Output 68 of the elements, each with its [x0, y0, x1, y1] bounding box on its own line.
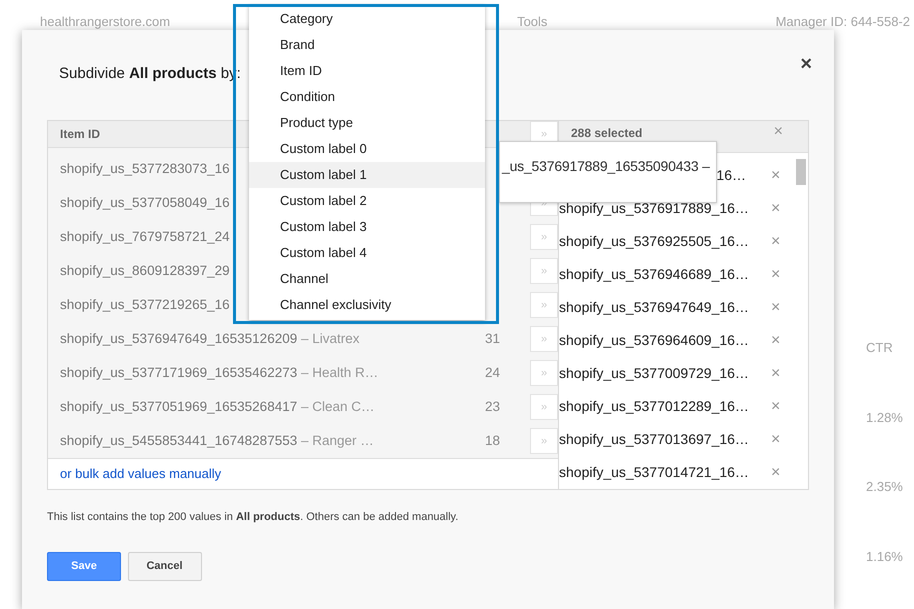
- item-count: 24: [484, 364, 500, 380]
- add-button[interactable]: »: [530, 360, 558, 386]
- add-button[interactable]: »: [530, 394, 558, 420]
- table-cell-text: 1.28%: [866, 408, 903, 426]
- selected-value: shopify_us_5376925505_16…: [559, 233, 749, 249]
- menu-item[interactable]: Custom label 0: [249, 136, 485, 162]
- selected-value: shopify_us_5377013697_16…: [559, 431, 749, 447]
- close-button[interactable]: ×: [800, 54, 812, 74]
- item-value: shopify_us_5377219265_16: [59, 296, 230, 314]
- remove-button[interactable]: ×: [771, 234, 780, 250]
- selected-value: shopify_us_5376917889_16…: [559, 200, 749, 216]
- menu-item[interactable]: Custom label 2: [249, 188, 485, 214]
- item-count: 31: [484, 330, 500, 346]
- table-cell-text: 2.35%: [866, 478, 903, 496]
- selected-value: shopify_us_5376964609_16…: [559, 332, 749, 348]
- remove-button[interactable]: ×: [771, 200, 780, 216]
- remove-button[interactable]: ×: [771, 366, 780, 382]
- menu-item[interactable]: Channel: [249, 266, 485, 292]
- remove-button[interactable]: ×: [771, 464, 780, 480]
- save-button[interactable]: Save: [47, 552, 121, 580]
- item-count: 18: [484, 432, 500, 448]
- selected-value: 16…: [716, 167, 746, 183]
- selected-value: shopify_us_5376947649_16…: [559, 299, 749, 315]
- remove-button[interactable]: ×: [771, 398, 780, 414]
- item-value: shopify_us_5377283073_16: [59, 160, 230, 178]
- remove-button[interactable]: ×: [771, 266, 780, 282]
- column-header: Item ID: [59, 126, 100, 143]
- remove-button[interactable]: ×: [771, 168, 780, 184]
- tooltip: _us_5376917889_16535090433 –: [499, 141, 717, 203]
- item-value: shopify_us_8609128397_29: [59, 262, 230, 280]
- column-header: CTR: [866, 339, 894, 357]
- bulk-add-link[interactable]: or bulk add values manually: [48, 459, 558, 489]
- menu-item[interactable]: Condition: [249, 84, 485, 110]
- scrollbar-thumb[interactable]: [796, 159, 806, 185]
- menu-item[interactable]: Brand: [249, 32, 485, 58]
- selected-value: shopify_us_5376946689_16…: [559, 266, 749, 282]
- selected-count: 288 selected: [571, 125, 642, 142]
- remove-button[interactable]: ×: [771, 332, 780, 348]
- manager-id: Manager ID: 644-558-2: [776, 13, 910, 30]
- add-button[interactable]: »: [530, 326, 558, 352]
- info-text: This list contains the top 200 values in All products. Others can be added manually.: [47, 510, 460, 525]
- selected-value: shopify_us_5377012289_16…: [559, 398, 749, 414]
- item-value: shopify_us_5377058049_16: [59, 194, 230, 212]
- cancel-button[interactable]: Cancel: [128, 552, 202, 580]
- add-button[interactable]: »: [530, 292, 558, 318]
- remove-all-button[interactable]: ×: [774, 124, 783, 140]
- selected-value: shopify_us_5377014721_16…: [559, 464, 749, 480]
- item-value: shopify_us_5455853441_16748287553 – Ranger …: [59, 432, 374, 450]
- nav-tab[interactable]: Tools: [517, 12, 548, 30]
- remove-button[interactable]: ×: [771, 300, 780, 316]
- selected-value: shopify_us_5377009729_16…: [559, 365, 749, 381]
- item-value: shopify_us_5377051969_16535268417 – Clean C…: [59, 398, 375, 416]
- item-value: shopify_us_5376947649_16535126209 – Livatrex: [59, 330, 360, 348]
- item-count: 23: [484, 398, 500, 414]
- menu-item[interactable]: Custom label 3: [249, 214, 485, 240]
- add-button[interactable]: »: [530, 258, 558, 284]
- add-button[interactable]: »: [530, 224, 558, 250]
- add-button[interactable]: »: [530, 428, 558, 454]
- menu-item[interactable]: Channel exclusivity: [249, 292, 485, 318]
- menu-item[interactable]: Item ID: [249, 58, 485, 84]
- account-name[interactable]: healthrangerstore.com: [40, 12, 170, 30]
- item-value: shopify_us_5377171969_16535462273 – Health R…: [59, 364, 378, 382]
- menu-item[interactable]: Custom label 1: [249, 162, 485, 188]
- remove-button[interactable]: ×: [771, 432, 780, 448]
- item-value: shopify_us_7679758721_24: [59, 228, 230, 246]
- menu-item[interactable]: Product type: [249, 110, 485, 136]
- table-cell-text: 1.16%: [866, 548, 903, 566]
- menu-item[interactable]: Custom label 4: [249, 240, 485, 266]
